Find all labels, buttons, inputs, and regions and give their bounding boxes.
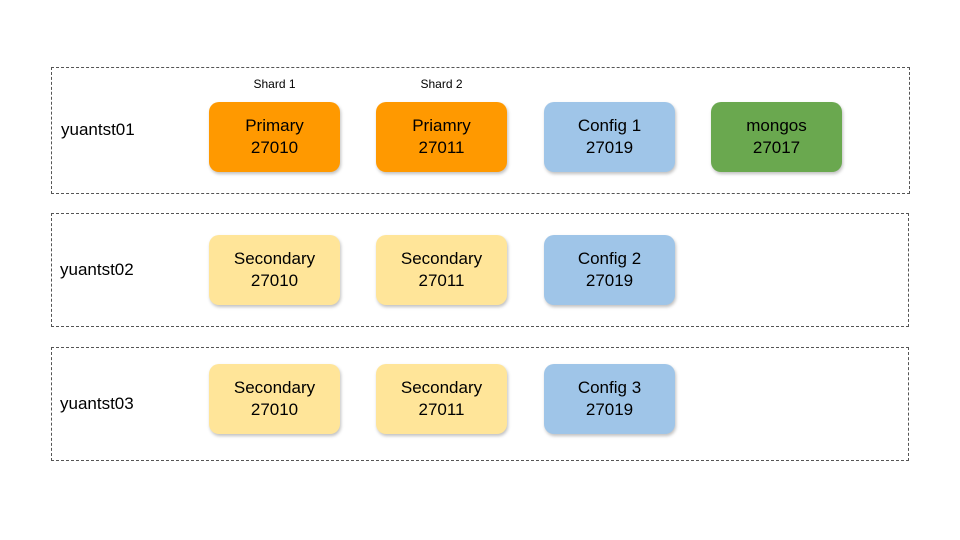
node-port: 27019 [585, 271, 634, 290]
node-role: Secondary [233, 249, 316, 268]
node-secondary-shard1: Secondary 27010 [209, 364, 340, 434]
node-primary-shard2: Priamry 27011 [376, 102, 507, 172]
node-port: 27010 [250, 400, 299, 419]
host-label: yuantst02 [60, 260, 134, 279]
node-role: Primary [245, 116, 304, 135]
node-role: Priamry [412, 116, 471, 135]
node-port: 27011 [418, 400, 465, 419]
node-role: Secondary [400, 249, 483, 268]
node-role: Config 3 [577, 378, 642, 397]
node-role: Config 1 [577, 116, 642, 135]
node-port: 27011 [418, 138, 465, 157]
node-config-3: Config 3 27019 [544, 364, 675, 434]
node-secondary-shard2: Secondary 27011 [376, 235, 507, 305]
node-role: Secondary [400, 378, 483, 397]
node-port: 27010 [250, 138, 299, 157]
node-primary-shard1: Primary 27010 [209, 102, 340, 172]
node-port: 27010 [250, 271, 299, 290]
host-label: yuantst03 [60, 394, 134, 413]
node-port: 27019 [585, 138, 634, 157]
node-mongos: mongos 27017 [711, 102, 842, 172]
node-secondary-shard1: Secondary 27010 [209, 235, 340, 305]
node-role: Secondary [233, 378, 316, 397]
node-config-1: Config 1 27019 [544, 102, 675, 172]
node-role: Config 2 [577, 249, 642, 268]
node-role: mongos [746, 116, 807, 135]
node-port: 27017 [752, 138, 801, 157]
node-config-2: Config 2 27019 [544, 235, 675, 305]
node-port: 27019 [585, 400, 634, 419]
host-label: yuantst01 [61, 120, 135, 139]
node-port: 27011 [418, 271, 465, 290]
node-secondary-shard2: Secondary 27011 [376, 364, 507, 434]
